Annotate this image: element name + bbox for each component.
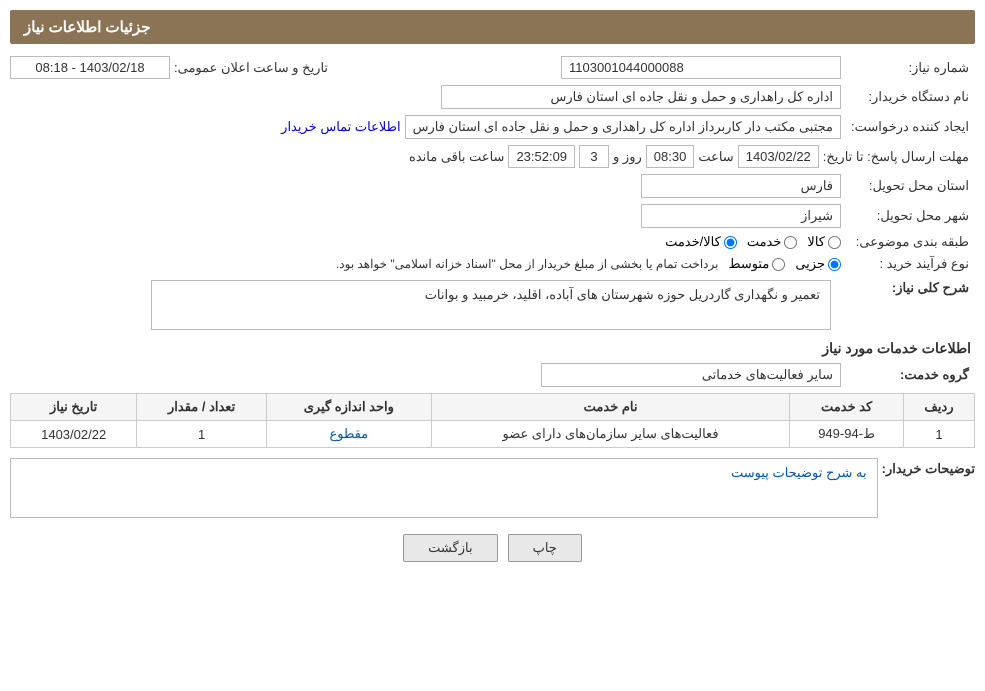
cell-quantity: 1 — [137, 421, 267, 448]
buyer-notes-text: به شرح توضیحات پیوست — [10, 458, 878, 518]
response-remaining: 23:52:09 — [508, 145, 575, 168]
back-button[interactable]: بازگشت — [403, 534, 497, 562]
print-button[interactable]: چاپ — [508, 534, 582, 562]
category-option-khedmat: خدمت — [747, 234, 798, 250]
cell-unit: مقطوع — [266, 421, 431, 448]
creator-row: ایجاد کننده درخواست: مجتبی مکتب دار کارب… — [10, 115, 975, 139]
category-option-kala-khedmat: کالا/خدمت — [665, 234, 737, 250]
purchase-radio-motevaset[interactable] — [772, 258, 785, 271]
response-deadline-row: مهلت ارسال پاسخ: تا تاریخ: 1403/02/22 سا… — [10, 145, 975, 168]
need-number-label: شماره نیاز: — [845, 60, 975, 76]
announce-date-value: 1403/02/18 - 08:18 — [10, 56, 170, 79]
purchase-motevaset-label: متوسط — [728, 256, 769, 272]
category-radio-khedmat[interactable] — [784, 236, 797, 249]
services-section: اطلاعات خدمات مورد نیاز گروه خدمت: سایر … — [10, 340, 975, 448]
category-kala-label: کالا — [807, 234, 825, 250]
purchase-type-jozii: جزیی — [795, 256, 841, 272]
need-description-label: شرح کلی نیاز: — [845, 280, 975, 296]
province-value: فارس — [641, 174, 841, 198]
buyer-org-value: اداره کل راهداری و حمل و نقل جاده ای است… — [441, 85, 841, 109]
need-description-value: تعمیر و نگهداری گاردریل حوزه شهرستان های… — [151, 280, 831, 330]
category-radio-group: کالا خدمت کالا/خدمت — [665, 234, 841, 250]
purchase-type-row: نوع فرآیند خرید : جزیی متوسط برداخت تمام… — [10, 256, 975, 272]
table-row: 1 ط-94-949 فعالیت‌های سایر سازمان‌های دا… — [11, 421, 975, 448]
creator-label: ایجاد کننده درخواست: — [845, 119, 975, 135]
page-header: جزئیات اطلاعات نیاز — [10, 10, 975, 44]
contact-link[interactable]: اطلاعات تماس خریدار — [281, 119, 400, 135]
need-number-row: شماره نیاز: 1103001044000088 تاریخ و ساع… — [10, 56, 975, 79]
creator-value: مجتبی مکتب دار کاربرداز اداره کل راهداری… — [405, 115, 841, 139]
city-label: شهر محل تحویل: — [845, 208, 975, 224]
purchase-type-label: نوع فرآیند خرید : — [845, 256, 975, 272]
col-quantity: تعداد / مقدار — [137, 394, 267, 421]
category-label: طبقه بندی موضوعی: — [845, 234, 975, 250]
buyer-notes-value: به شرح توضیحات پیوست — [731, 465, 867, 480]
page-title: جزئیات اطلاعات نیاز — [24, 19, 151, 36]
purchase-jozii-label: جزیی — [795, 256, 825, 272]
cell-row-num: 1 — [903, 421, 974, 448]
table-header-row: ردیف کد خدمت نام خدمت واحد اندازه گیری ت… — [11, 394, 975, 421]
response-date: 1403/02/22 — [738, 145, 819, 168]
buyer-org-label: نام دستگاه خریدار: — [845, 89, 975, 105]
buyer-notes-label: توضیحات خریدار: — [882, 458, 975, 477]
category-kala-khedmat-label: کالا/خدمت — [665, 234, 721, 250]
buyer-notes-section: توضیحات خریدار: به شرح توضیحات پیوست — [10, 458, 975, 518]
category-option-kala: کالا — [807, 234, 841, 250]
purchase-type-motevaset: متوسط — [728, 256, 785, 272]
announce-date-label: تاریخ و ساعت اعلان عمومی: — [174, 60, 328, 76]
response-days: 3 — [579, 145, 609, 168]
buyer-org-row: نام دستگاه خریدار: اداره کل راهداری و حم… — [10, 85, 975, 109]
province-row: استان محل تحویل: فارس — [10, 174, 975, 198]
province-label: استان محل تحویل: — [845, 178, 975, 194]
cell-service-name: فعالیت‌های سایر سازمان‌های دارای عضو — [431, 421, 790, 448]
cell-service-code: ط-94-949 — [790, 421, 904, 448]
response-time: 08:30 — [646, 145, 695, 168]
col-unit: واحد اندازه گیری — [266, 394, 431, 421]
col-service-code: کد خدمت — [790, 394, 904, 421]
city-row: شهر محل تحویل: شیراز — [10, 204, 975, 228]
col-row-num: ردیف — [903, 394, 974, 421]
button-row: چاپ بازگشت — [10, 534, 975, 562]
need-description-row: شرح کلی نیاز: تعمیر و نگهداری گاردریل حو… — [10, 280, 975, 330]
service-group-label: گروه خدمت: — [845, 367, 975, 383]
col-date: تاریخ نیاز — [11, 394, 137, 421]
response-day-label: روز و — [613, 149, 642, 165]
city-value: شیراز — [641, 204, 841, 228]
category-khedmat-label: خدمت — [747, 234, 782, 250]
service-group-row: گروه خدمت: سایر فعالیت‌های خدماتی — [10, 363, 975, 387]
category-radio-kala[interactable] — [828, 236, 841, 249]
category-radio-kala-khedmat[interactable] — [724, 236, 737, 249]
need-number-value: 1103001044000088 — [561, 56, 841, 79]
purchase-radio-jozii[interactable] — [828, 258, 841, 271]
col-service-name: نام خدمت — [431, 394, 790, 421]
category-row: طبقه بندی موضوعی: کالا خدمت کالا/خدمت — [10, 234, 975, 250]
response-remaining-label: ساعت باقی مانده — [409, 149, 504, 165]
purchase-type-radio-group: جزیی متوسط برداخت تمام یا بخشی از مبلغ خ… — [336, 256, 841, 272]
response-deadline-label: مهلت ارسال پاسخ: تا تاریخ: — [823, 149, 975, 165]
purchase-type-note: برداخت تمام یا بخشی از مبلغ خریدار از مح… — [336, 257, 719, 271]
services-table: ردیف کد خدمت نام خدمت واحد اندازه گیری ت… — [10, 393, 975, 448]
services-title: اطلاعات خدمات مورد نیاز — [10, 340, 975, 357]
service-group-value: سایر فعالیت‌های خدماتی — [541, 363, 841, 387]
cell-date: 1403/02/22 — [11, 421, 137, 448]
response-time-label: ساعت — [698, 149, 733, 165]
